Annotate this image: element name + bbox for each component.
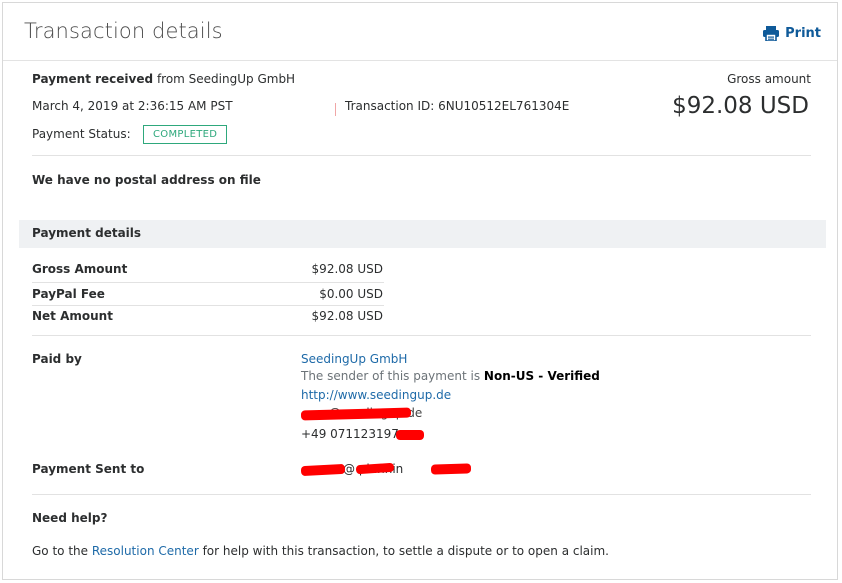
page-title: Transaction details [24,19,223,43]
payer-website-link[interactable]: http://www.seedingup.de [301,388,451,402]
net-amount-row-value: $92.08 USD [311,309,383,323]
transaction-id: Transaction ID: 6NU10512EL761304E [345,99,570,113]
address-note: We have no postal address on file [32,173,261,187]
sender-status-prefix: The sender of this payment is [301,369,481,383]
help-text-prefix: Go to the [32,544,89,558]
payment-sent-to-label: Payment Sent to [32,462,145,476]
paypal-fee-row-label: PayPal Fee [32,287,105,301]
print-button[interactable]: Print [763,26,821,41]
help-text: Go to the Resolution Center for help wit… [32,544,609,558]
sender-status-value: Non-US - Verified [483,369,600,383]
net-amount-row-label: Net Amount [32,309,113,323]
redaction-mark [300,463,346,477]
divider [32,494,811,495]
divider [32,155,811,156]
payer-phone: +49 071123197 [301,427,399,441]
separator-bar [335,103,336,116]
payment-received-line: Payment received from SeedingUp GmbH [32,72,295,86]
paypal-fee-row-value: $0.00 USD [319,287,383,301]
payment-status-label: Payment Status: [32,127,131,141]
redaction-mark [396,430,424,440]
payment-date: March 4, 2019 at 2:36:15 AM PST [32,99,233,113]
printer-icon [763,26,780,41]
row-divider [32,282,384,283]
transaction-details-panel: Transaction details Print Payment receiv… [2,2,838,580]
need-help-title: Need help? [32,511,108,525]
status-badge: COMPLETED [143,125,228,144]
gross-amount-row-value: $92.08 USD [311,262,383,276]
row-divider [32,305,384,306]
panel-header: Transaction details Print [3,3,837,61]
payer-name-link[interactable]: SeedingUp GmbH [301,352,407,366]
gross-amount-row-label: Gross Amount [32,262,128,276]
gross-amount-label: Gross amount [727,72,811,86]
payment-from-text: from SeedingUp GmbH [156,72,296,86]
divider [32,335,811,336]
redaction-mark [430,463,472,475]
gross-amount-value: $92.08 USD [672,93,809,119]
payment-details-title: Payment details [32,226,142,240]
print-label: Print [785,26,821,41]
recipient-email: @ plannin [300,462,472,478]
resolution-center-link[interactable]: Resolution Center [92,544,199,558]
help-text-suffix: for help with this transaction, to settl… [202,544,609,558]
paid-by-label: Paid by [32,352,82,366]
payment-received-label: Payment received [32,72,154,86]
sender-status-line: The sender of this payment is Non-US - V… [301,369,600,383]
